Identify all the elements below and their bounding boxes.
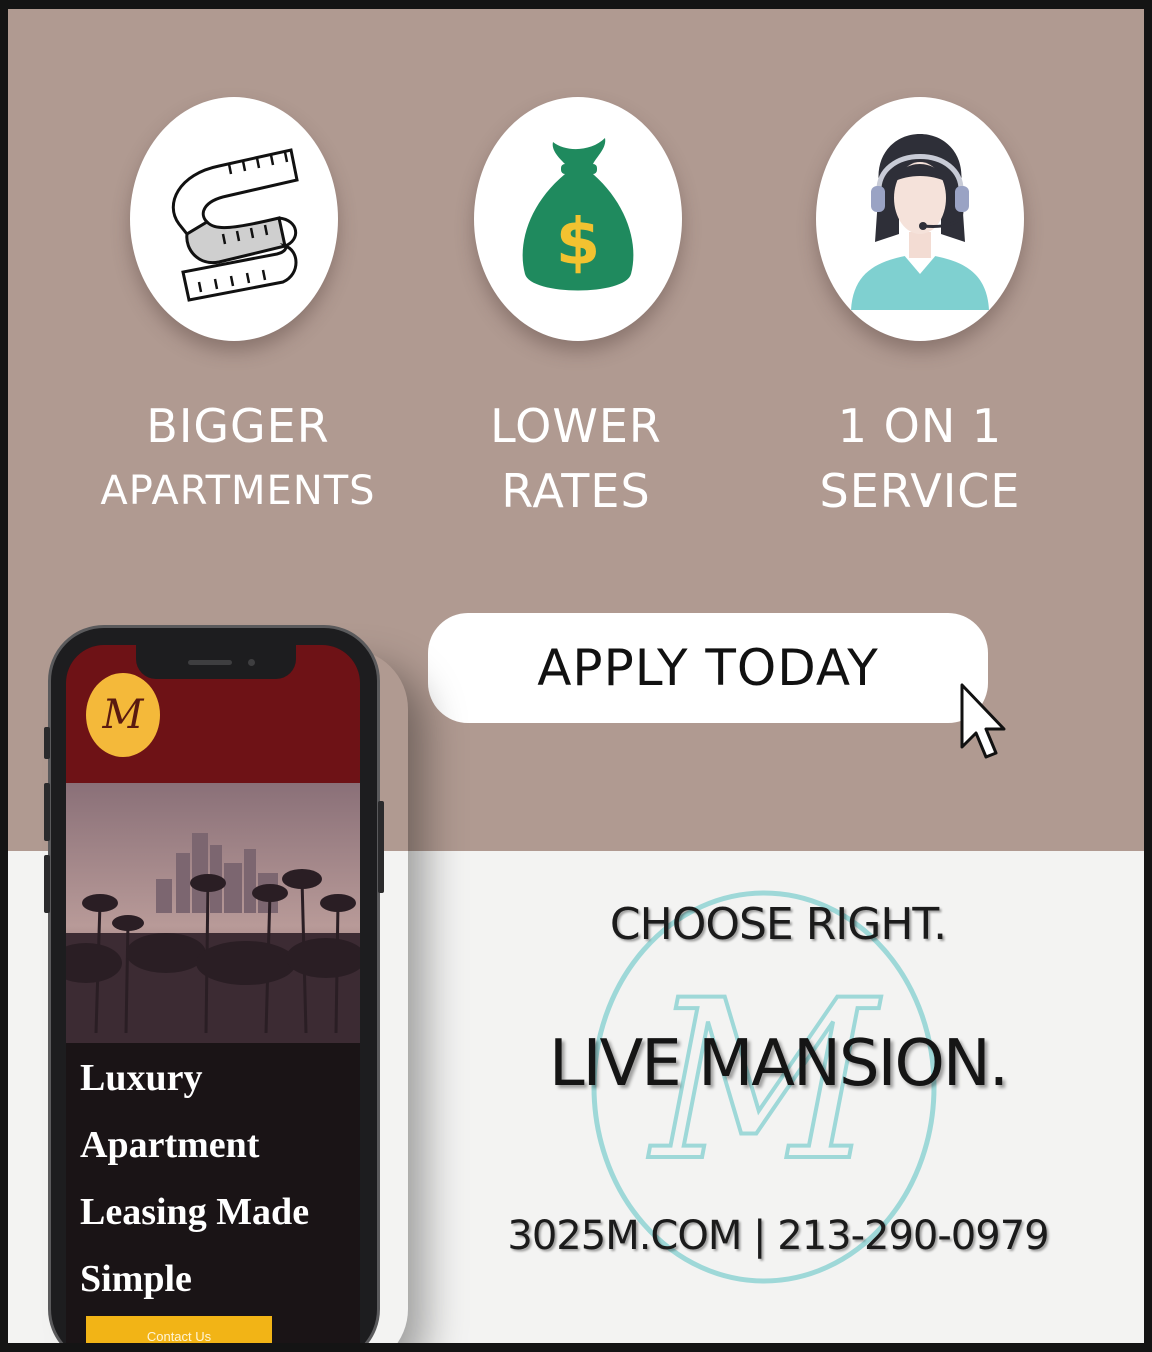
- phone-side-button: [44, 783, 50, 841]
- hero-line: Apartment: [80, 1124, 260, 1166]
- phone-screen: M Luxury Apartment Leasing Made Simple C…: [66, 645, 360, 1343]
- hero-headline: Luxury Apartment Leasing Made Simple: [80, 1043, 350, 1313]
- front-camera: [248, 659, 255, 666]
- feature-line-1: 1 ON 1: [837, 399, 1003, 453]
- apply-today-button[interactable]: APPLY TODAY: [428, 613, 988, 723]
- feature-line-2: SERVICE: [819, 464, 1021, 518]
- feature-line-1: BIGGER: [146, 399, 330, 453]
- contact-info[interactable]: 3025M.COM | 213-290-0979: [448, 1213, 1108, 1259]
- phone-power-button: [378, 801, 384, 893]
- speaker-grille: [188, 660, 232, 665]
- money-bag-icon: $: [522, 138, 634, 291]
- mouse-cursor-icon: [960, 683, 1006, 759]
- feature-circle-bigger-apartments: [130, 97, 338, 341]
- tagline-live-mansion: LIVE MANSION.: [548, 1027, 1009, 1101]
- site-logo[interactable]: M: [86, 673, 160, 757]
- phone-side-button: [44, 855, 50, 913]
- svg-text:$: $: [556, 206, 601, 280]
- city-skyline-photo: [66, 783, 360, 1043]
- feature-label-bigger-apartments: BIGGER APARTMENTS: [78, 395, 398, 525]
- tagline-choose-right: CHOOSE RIGHT.: [609, 899, 947, 950]
- hero-line: Simple: [80, 1258, 192, 1300]
- feature-label-service: 1 ON 1 SERVICE: [760, 395, 1080, 525]
- phone-side-button: [44, 727, 50, 759]
- ad-frame: $ BIGGER APARTMENTS LOWER RATES 1 ON 1 S…: [0, 0, 1152, 1352]
- measuring-tape-icon: [171, 148, 299, 302]
- feature-line-1: LOWER: [490, 399, 662, 453]
- contact-us-button[interactable]: Contact Us: [86, 1316, 272, 1343]
- ad-panel: $ BIGGER APARTMENTS LOWER RATES 1 ON 1 S…: [8, 9, 1144, 1343]
- hero-line: Luxury: [80, 1057, 203, 1099]
- feature-line-2: RATES: [501, 464, 651, 518]
- feature-label-lower-rates: LOWER RATES: [416, 395, 736, 525]
- feature-line-2: APARTMENTS: [100, 468, 376, 514]
- feature-circle-service: [816, 97, 1024, 341]
- feature-circle-lower-rates: $: [474, 97, 682, 341]
- hero-line: Leasing Made: [80, 1191, 310, 1233]
- customer-service-agent-icon: [851, 134, 989, 310]
- phone-notch: [136, 645, 296, 679]
